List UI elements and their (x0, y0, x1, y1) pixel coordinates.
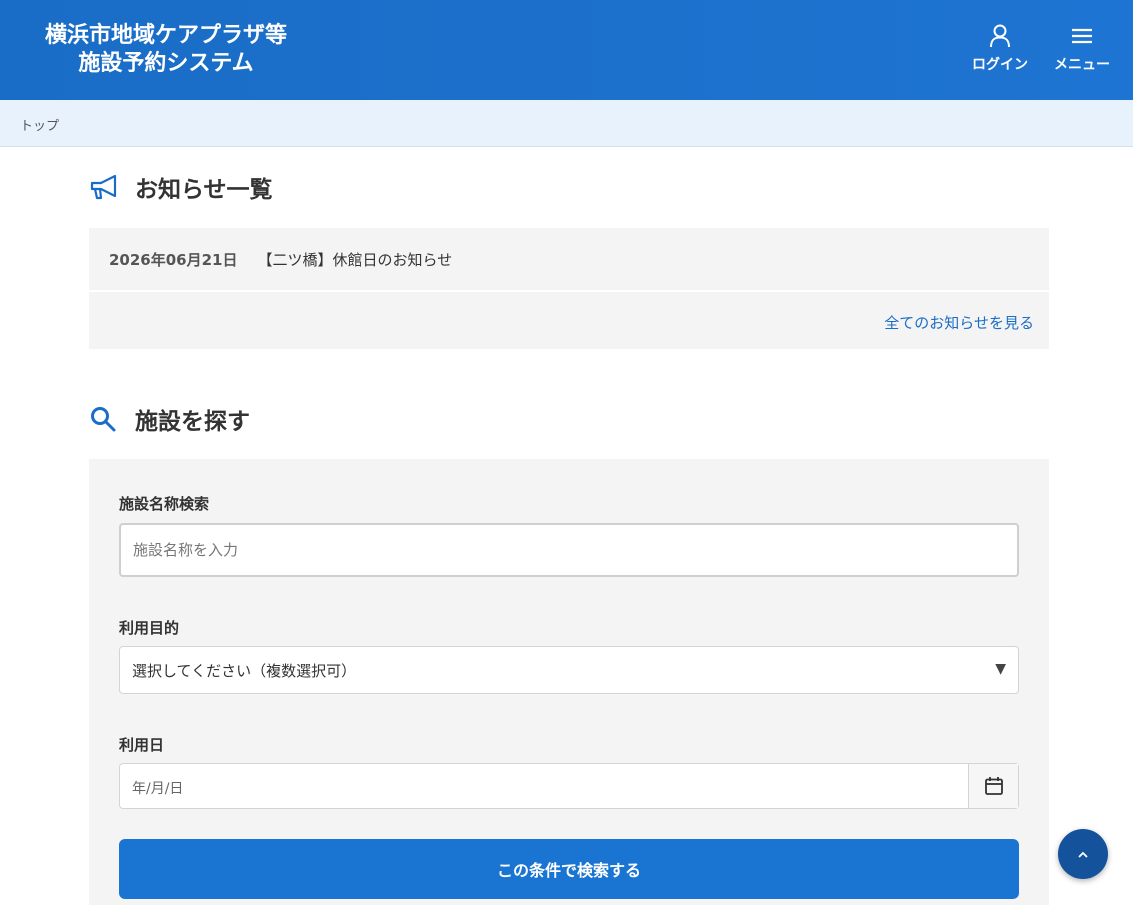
purpose-select[interactable]: 選択してください（複数選択可） ▼ (119, 646, 1019, 694)
menu-label: メニュー (1054, 57, 1110, 73)
news-date: 2026年06月21日 (109, 250, 238, 269)
login-label: ログイン (972, 57, 1028, 73)
search-section-title: 施設を探す (89, 402, 250, 436)
chevron-up-icon (1076, 845, 1090, 864)
purpose-select-value: 選択してください（複数選択可） (132, 661, 357, 680)
site-header: 横浜市地域ケアプラザ等 施設予約システム ログイン メニュー (0, 0, 1133, 100)
news-section-title: お知らせ一覧 (89, 170, 273, 204)
view-all-news-link[interactable]: 全てのお知らせを見る (884, 312, 1034, 333)
news-text: 【二ツ橋】休館日のお知らせ (257, 250, 453, 269)
breadcrumb: トップ (0, 100, 1133, 147)
news-title: お知らせ一覧 (135, 177, 273, 203)
date-input[interactable]: 年/月/日 (119, 763, 1019, 809)
search-submit-button[interactable]: この条件で検索する (119, 839, 1019, 899)
site-logo[interactable]: 横浜市地域ケアプラザ等 施設予約システム (33, 22, 299, 78)
search-form: 施設名称検索 利用目的 選択してください（複数選択可） ▼ 利用日 年/月/日 … (89, 459, 1049, 905)
search-title: 施設を探す (135, 409, 250, 435)
menu-button[interactable]: メニュー (1052, 24, 1112, 74)
dropdown-arrow-icon: ▼ (995, 661, 1006, 677)
purpose-label: 利用目的 (119, 619, 180, 637)
search-icon (89, 403, 121, 435)
facility-name-label: 施設名称検索 (119, 495, 210, 513)
date-label: 利用日 (119, 736, 165, 754)
site-title-line1: 横浜市地域ケアプラザ等 (44, 23, 287, 48)
breadcrumb-top[interactable]: トップ (20, 115, 59, 134)
login-button[interactable]: ログイン (968, 24, 1032, 74)
news-list: 2026年06月21日 【二ツ橋】休館日のお知らせ 全てのお知らせを見る (89, 228, 1049, 349)
calendar-icon[interactable] (968, 764, 1018, 808)
hamburger-icon (1052, 24, 1112, 48)
megaphone-icon (89, 171, 121, 203)
facility-name-input[interactable] (119, 523, 1019, 577)
news-item[interactable]: 2026年06月21日 【二ツ橋】休館日のお知らせ (89, 228, 1049, 292)
site-title-line2: 施設予約システム (78, 51, 254, 76)
user-icon (968, 24, 1032, 48)
scroll-to-top-button[interactable] (1058, 829, 1108, 879)
date-placeholder: 年/月/日 (132, 781, 184, 797)
